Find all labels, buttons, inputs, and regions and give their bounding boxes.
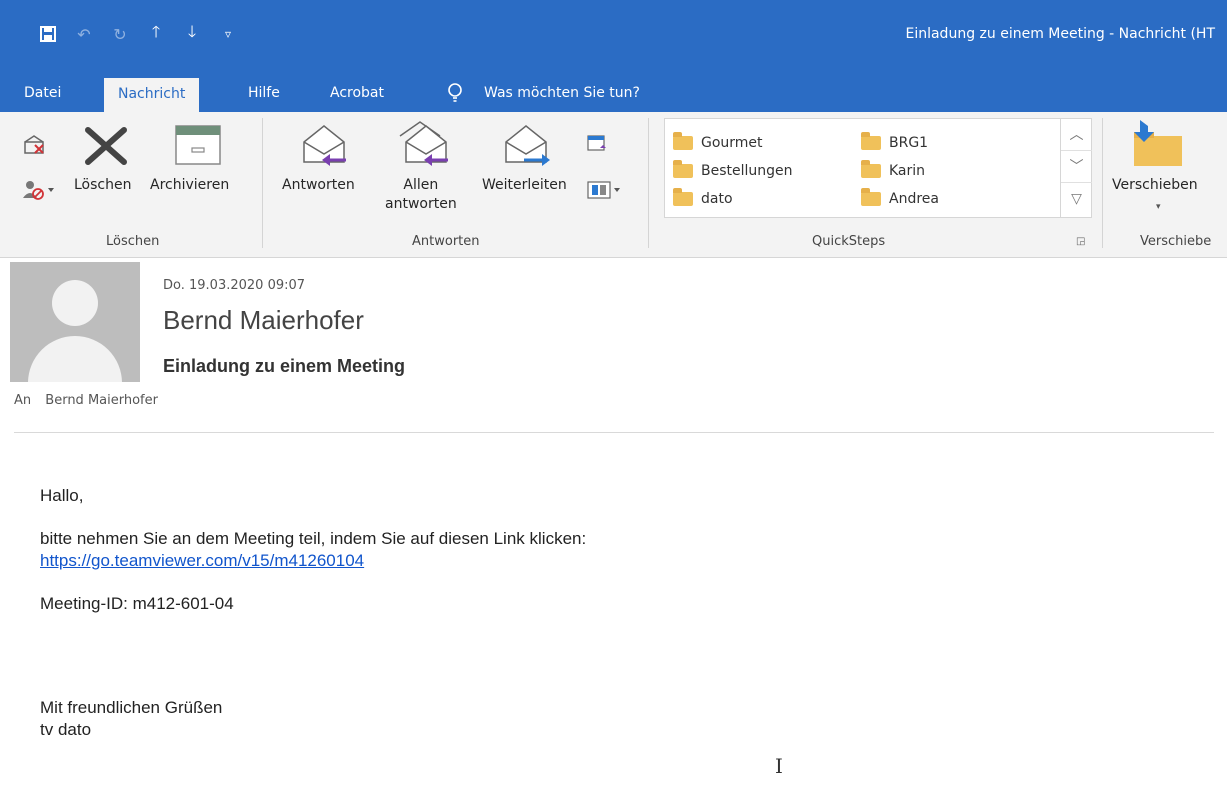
reply-all-label-line1: Allen [403,177,439,193]
body-signature: tv dato [40,720,92,739]
delete-icon[interactable] [84,126,128,170]
archive-button[interactable]: Archivieren [150,176,229,195]
to-recipient[interactable]: Bernd Maierhofer [45,393,158,408]
reply-all-icon[interactable] [396,118,452,172]
message-date: Do. 19.03.2020 09:07 [163,278,306,293]
title-bar: ↶ ↻ 🡑 🡓 ▿ Einladung zu einem Meeting - N… [0,0,1227,74]
quickstep-label: dato [701,191,733,207]
ribbon: Löschen Archivieren Löschen Antworten Al… [0,112,1227,258]
folder-icon [673,132,693,150]
undo-icon[interactable]: ↶ [66,22,102,46]
window-title: Einladung zu einem Meeting - Nachricht (… [905,26,1215,42]
chevron-down-icon[interactable]: ▾ [1156,202,1161,212]
group-separator [262,118,263,248]
customize-icon[interactable]: ▿ [210,22,246,46]
move-button[interactable]: Verschieben [1112,176,1198,195]
avatar-body [28,336,122,382]
arrow-down-icon[interactable]: 🡓 [174,22,210,46]
body-greeting: Hallo, [40,486,84,505]
forward-icon[interactable] [502,122,554,172]
save-icon[interactable] [30,22,66,46]
ribbon-tabs: Datei Nachricht Hilfe Acrobat Was möchte… [0,74,1227,112]
quickstep-label: Karin [889,163,926,179]
avatar [10,262,140,382]
forward-button[interactable]: Weiterleiten [482,176,567,195]
arrow-up-icon[interactable]: 🡑 [138,22,174,46]
quickstep-item[interactable]: Bestellungen [673,160,793,179]
avatar-head [52,280,98,326]
group-label-loeschen: Löschen [106,234,160,249]
folder-icon [861,132,881,150]
group-separator [1102,118,1103,248]
tab-acrobat[interactable]: Acrobat [330,74,384,112]
folder-icon [673,160,693,178]
scroll-up-icon[interactable]: ︿ [1061,119,1092,151]
tab-hilfe[interactable]: Hilfe [248,74,280,112]
message-subject: Einladung zu einem Meeting [163,356,406,376]
quickstep-item[interactable]: Karin [861,160,926,179]
to-label: An [14,393,32,408]
archive-icon[interactable] [174,124,222,170]
expand-gallery-icon[interactable]: ▽ [1061,183,1092,215]
quickstep-label: BRG1 [889,135,929,151]
quicksteps-scroll: ︿ ﹀ ▽ [1060,119,1092,217]
quickstep-item[interactable]: BRG1 [861,132,929,151]
tell-me-icon[interactable] [446,74,464,112]
move-folder-icon[interactable] [1130,120,1186,172]
header-divider [14,432,1214,433]
tab-datei[interactable]: Datei [24,74,61,112]
reply-button[interactable]: Antworten [282,176,355,195]
quickstep-item[interactable]: Andrea [861,188,939,207]
scroll-down-icon[interactable]: ﹀ [1061,151,1092,183]
body-line: bitte nehmen Sie an dem Meeting teil, in… [40,529,587,548]
folder-icon [861,188,881,206]
text-cursor-icon: I [775,754,783,778]
reply-all-label-line2: antworten [385,196,457,212]
quickstep-label: Andrea [889,191,939,207]
quickstep-label: Bestellungen [701,163,793,179]
quickstep-label: Gourmet [701,135,763,151]
tell-me-search[interactable]: Was möchten Sie tun? [484,74,640,112]
group-label-quicksteps: QuickSteps [812,234,886,249]
delete-button[interactable]: Löschen [74,176,131,195]
group-separator [648,118,649,248]
reply-all-button[interactable]: Allen antworten [385,176,457,214]
meeting-id: Meeting-ID: m412-601-04 [40,594,234,613]
tab-nachricht[interactable]: Nachricht [104,78,200,112]
meeting-link[interactable]: https://go.teamviewer.com/v15/m41260104 [40,551,364,570]
message-body[interactable]: Hallo, bitte nehmen Sie an dem Meeting t… [40,485,586,741]
folder-icon [673,188,693,206]
redo-icon[interactable]: ↻ [102,22,138,46]
quickstep-item[interactable]: Gourmet [673,132,763,151]
folder-icon [861,160,881,178]
dialog-launcher-icon[interactable]: ◲ [1076,236,1085,247]
quickstep-item[interactable]: dato [673,188,733,207]
quicksteps-gallery: Gourmet Bestellungen dato BRG1 Karin And… [664,118,1092,218]
more-reply-icon[interactable] [586,180,626,204]
junk-icon[interactable] [22,178,58,204]
to-row: An Bernd Maierhofer [14,393,158,408]
sender-name[interactable]: Bernd Maierhofer [163,305,364,336]
meeting-reply-icon[interactable] [586,134,608,158]
quick-access-toolbar: ↶ ↻ 🡑 🡓 ▿ [30,22,246,46]
ignore-icon[interactable] [22,134,48,160]
group-label-antworten: Antworten [412,234,480,249]
body-closing: Mit freundlichen Grüßen [40,698,223,717]
group-label-verschieben: Verschiebe [1140,234,1212,249]
reply-icon[interactable] [298,122,350,172]
